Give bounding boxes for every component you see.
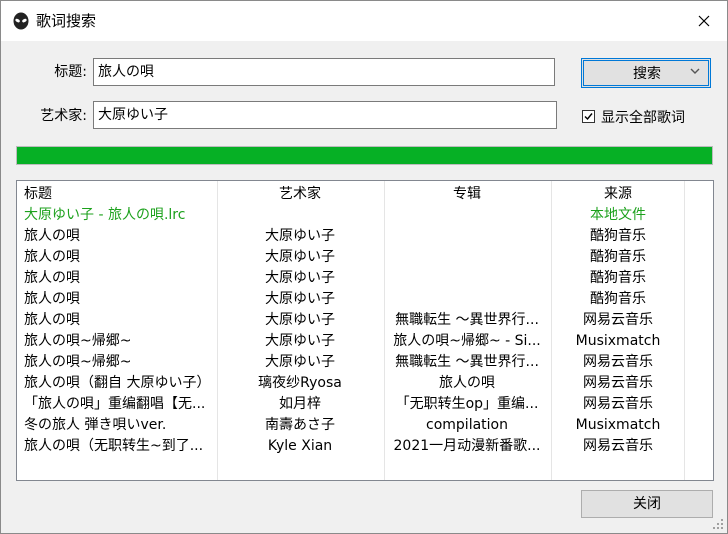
cell-source: 网易云音乐	[583, 438, 653, 454]
cell-artist: 大原ゆい子	[265, 270, 335, 286]
table-row[interactable]: 冬の旅人 弾き唄いver. 南壽あさ子 compilation Musixmatch	[17, 415, 713, 436]
cell-title: 旅人の唄（无职转生~到了...	[24, 438, 204, 454]
results-list[interactable]: 标题 艺术家 专辑 来源 大原ゆい子 - 旅人の唄.lrc 本地文件 旅人の唄 大原ゆ…	[16, 180, 714, 481]
cell-title: 旅人の唄（翻自 大原ゆい子）	[24, 375, 211, 391]
cell-album: 「无职转生op」重编...	[395, 396, 539, 412]
title-bar: 歌词搜索	[1, 1, 727, 41]
column-header-source[interactable]: 来源	[552, 184, 684, 204]
cell-source: 本地文件	[590, 207, 646, 223]
column-header-artist[interactable]: 艺术家	[218, 184, 382, 204]
column-header-album[interactable]: 专辑	[385, 184, 549, 204]
cell-artist: 大原ゆい子	[265, 249, 335, 265]
cell-title: 大原ゆい子 - 旅人の唄.lrc	[24, 207, 186, 223]
cell-title: 旅人の唄~帰郷~	[24, 354, 132, 370]
cell-source: 网易云音乐	[583, 375, 653, 391]
chevron-down-icon[interactable]	[690, 68, 700, 75]
table-row[interactable]: 旅人の唄 大原ゆい子 酷狗音乐	[17, 247, 713, 268]
cell-artist: 璃夜纱Ryosa	[258, 375, 342, 391]
artist-label: 艺术家:	[40, 108, 87, 124]
cell-album: 無職転生 ～異世界行...	[395, 354, 539, 370]
cell-source: 酷狗音乐	[590, 291, 646, 307]
table-row[interactable]: 旅人の唄~帰郷~ 大原ゆい子 無職転生 ～異世界行... 网易云音乐	[17, 352, 713, 373]
cell-source: 网易云音乐	[583, 354, 653, 370]
close-button[interactable]: 关闭	[581, 490, 713, 518]
cell-artist: 南壽あさ子	[265, 417, 335, 433]
cell-album: compilation	[426, 417, 508, 433]
resize-grip-icon[interactable]	[712, 518, 724, 530]
alien-head-icon	[13, 12, 29, 30]
table-row[interactable]: 旅人の唄 大原ゆい子 無職転生 ～異世界行... 网易云音乐	[17, 310, 713, 331]
cell-source: 网易云音乐	[583, 396, 653, 412]
cell-artist: 如月梓	[279, 396, 321, 412]
checkmark-icon	[584, 113, 593, 121]
cell-album: 旅人の唄~帰郷~ - Si...	[393, 333, 541, 349]
cell-title: 旅人の唄~帰郷~	[24, 333, 132, 349]
cell-source: 酷狗音乐	[590, 270, 646, 286]
artist-input[interactable]: 大原ゆい子	[93, 101, 557, 129]
cell-source: 网易云音乐	[583, 312, 653, 328]
table-row[interactable]: 旅人の唄（无职转生~到了... Kyle Xian 2021一月动漫新番歌... 网易…	[17, 436, 713, 457]
cell-artist: 大原ゆい子	[265, 312, 335, 328]
cell-artist: 大原ゆい子	[265, 228, 335, 244]
window-close-button[interactable]	[681, 1, 727, 41]
cell-title: 冬の旅人 弾き唄いver.	[24, 417, 167, 433]
cell-title: 旅人の唄	[24, 291, 80, 307]
cell-title: 旅人の唄	[24, 270, 80, 286]
cell-title: 旅人の唄	[24, 228, 80, 244]
cell-album: 無職転生 ～異世界行...	[395, 312, 539, 328]
show-all-lyrics-label: 显示全部歌词	[601, 110, 685, 126]
table-row[interactable]: 「旅人の唄」重编翻唱【无... 如月梓 「无职转生op」重编... 网易云音乐	[17, 394, 713, 415]
cell-album: 2021一月动漫新番歌...	[393, 438, 541, 454]
title-label: 标题:	[54, 64, 87, 80]
table-row[interactable]: 大原ゆい子 - 旅人の唄.lrc 本地文件	[17, 205, 713, 226]
window-title: 歌词搜索	[36, 12, 97, 30]
title-input[interactable]: 旅人の唄	[93, 58, 555, 86]
search-progress-bar	[16, 146, 713, 165]
cell-album: 旅人の唄	[439, 375, 495, 391]
table-row[interactable]: 旅人の唄~帰郷~ 大原ゆい子 旅人の唄~帰郷~ - Si... Musixmatch	[17, 331, 713, 352]
cell-artist: 大原ゆい子	[265, 291, 335, 307]
cell-source: 酷狗音乐	[590, 228, 646, 244]
table-row[interactable]: 旅人の唄（翻自 大原ゆい子） 璃夜纱Ryosa 旅人の唄 网易云音乐	[17, 373, 713, 394]
cell-source: 酷狗音乐	[590, 249, 646, 265]
column-header-title[interactable]: 标题	[24, 184, 52, 204]
lyrics-search-dialog: 歌词搜索 标题: 旅人の唄 搜索 艺术家: 大原ゆい子 显示全部歌词 标题 艺术…	[0, 0, 728, 534]
progress-fill	[17, 147, 712, 164]
cell-artist: 大原ゆい子	[265, 333, 335, 349]
cell-title: 「旅人の唄」重编翻唱【无...	[24, 396, 206, 412]
checkbox-box[interactable]	[582, 110, 595, 123]
cell-artist: 大原ゆい子	[265, 354, 335, 370]
cell-title: 旅人の唄	[24, 312, 80, 328]
cell-source: Musixmatch	[575, 333, 661, 349]
cell-artist: Kyle Xian	[267, 438, 333, 454]
table-row[interactable]: 旅人の唄 大原ゆい子 酷狗音乐	[17, 289, 713, 310]
close-icon	[698, 15, 710, 27]
search-button[interactable]: 搜索	[581, 58, 711, 88]
table-row[interactable]: 旅人の唄 大原ゆい子 酷狗音乐	[17, 226, 713, 247]
cell-title: 旅人の唄	[24, 249, 80, 265]
table-row[interactable]: 旅人の唄 大原ゆい子 酷狗音乐	[17, 268, 713, 289]
cell-source: Musixmatch	[575, 417, 661, 433]
